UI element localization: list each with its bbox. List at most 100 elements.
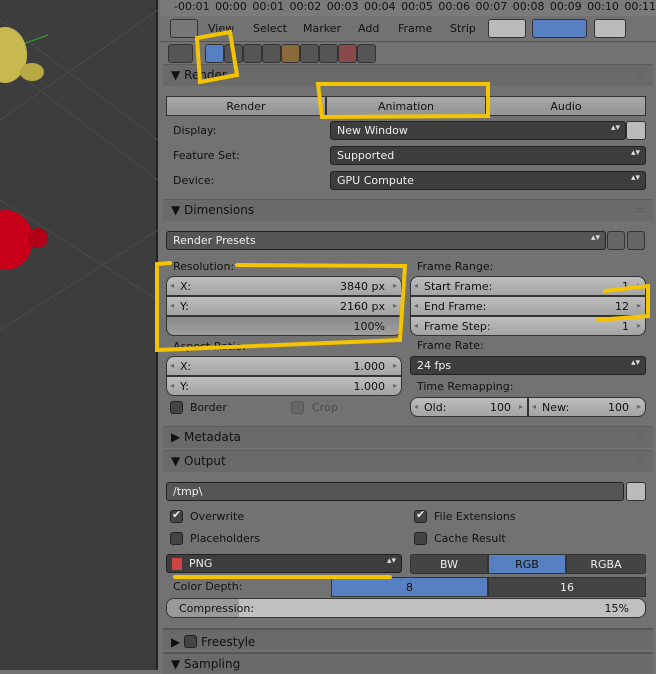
render-button-label: Render	[226, 100, 266, 113]
texture-tab-icon[interactable]	[338, 44, 357, 63]
audio-button-label: Audio	[550, 100, 582, 113]
dimensions-panel-header[interactable]: ▼ Dimensions::::	[163, 199, 653, 221]
end-frame-label: End Frame:	[424, 300, 487, 313]
3d-viewport[interactable]	[0, 0, 159, 670]
freestyle-title: Freestyle	[201, 635, 256, 649]
compression-value: 15%	[604, 602, 629, 615]
border-checkbox[interactable]	[170, 401, 183, 414]
properties-tabs	[160, 42, 656, 66]
resolution-x-field[interactable]: ◂ X: 3840 px ▸	[166, 276, 402, 296]
device-label: Device:	[173, 174, 215, 187]
timeline-ruler[interactable]: -00:01 00:00 00:01 00:02 00:03 00:04 00:…	[160, 0, 656, 16]
render-presets-dropdown[interactable]: Render Presets ▴▾	[166, 231, 606, 250]
overwrite-label: Overwrite	[190, 510, 245, 523]
scene-tab-icon[interactable]	[243, 44, 262, 63]
start-frame-value: 1	[622, 280, 629, 293]
remove-preset-icon[interactable]	[627, 231, 645, 250]
device-dropdown[interactable]: GPU Compute ▴▾	[330, 171, 646, 190]
resolution-percentage-slider[interactable]: 100%	[166, 316, 402, 336]
display-value: New Window	[337, 124, 408, 137]
particles-tab-icon[interactable]	[357, 44, 376, 63]
overwrite-checkbox[interactable]	[170, 508, 183, 523]
sampling-title: Sampling	[184, 657, 241, 671]
folder-icon[interactable]	[626, 482, 646, 501]
res-y-label: Y:	[180, 300, 189, 313]
menu-select[interactable]: Select	[253, 22, 287, 35]
aspect-ratio-label: Aspect Ratio:	[173, 340, 246, 353]
old-value: 100	[490, 401, 511, 414]
border-label: Border	[190, 401, 227, 414]
copy-paste-icon[interactable]	[594, 19, 626, 38]
updown-icon: ▴▾	[630, 173, 640, 183]
audio-button[interactable]: Audio	[486, 96, 646, 116]
render-tab-icon[interactable]	[205, 44, 224, 63]
constraints-tab-icon[interactable]	[300, 44, 319, 63]
bw-label: BW	[439, 558, 459, 571]
output-panel-header[interactable]: ▼ Output::::	[163, 450, 653, 472]
render-panel-header[interactable]: ▼ Render::::	[163, 64, 653, 86]
menu-marker[interactable]: Marker	[303, 22, 341, 35]
menu-strip[interactable]: Strip	[450, 22, 476, 35]
freestyle-panel-header[interactable]: ▶ Freestyle::::	[163, 628, 653, 650]
editor-type-icon[interactable]	[168, 44, 193, 63]
clock-lock-icon[interactable]	[488, 19, 526, 38]
remap-old-field[interactable]: ◂ Old: 100 ▸	[410, 397, 528, 417]
display-dropdown[interactable]: New Window ▴▾	[330, 121, 626, 140]
image-icon	[172, 558, 182, 570]
depth-8-button[interactable]: 8	[331, 577, 488, 597]
cache-result-checkbox[interactable]	[414, 532, 427, 545]
menu-add[interactable]: Add	[358, 22, 379, 35]
depth-16-button[interactable]: 16	[488, 577, 646, 597]
rgb-label: RGB	[515, 558, 539, 571]
updown-icon: ▴▾	[630, 148, 640, 158]
frame-rate-dropdown[interactable]: 24 fps ▴▾	[410, 356, 646, 375]
file-extensions-label: File Extensions	[434, 510, 516, 523]
output-path-value: /tmp\	[173, 485, 203, 498]
new-value: 100	[608, 401, 629, 414]
color-depth-label: Color Depth:	[173, 580, 243, 593]
world-tab-icon[interactable]	[262, 44, 281, 63]
asp-x-label: X:	[180, 360, 192, 373]
freestyle-checkbox[interactable]	[184, 635, 198, 648]
sampling-panel-header[interactable]: ▼ Sampling::::	[163, 652, 653, 674]
render-layers-tab-icon[interactable]	[224, 44, 243, 63]
compression-slider[interactable]: Compression: 15%	[166, 598, 646, 618]
animation-button-label: Animation	[377, 100, 435, 113]
remap-new-field[interactable]: ◂ New: 100 ▸	[528, 397, 646, 417]
placeholders-checkbox[interactable]	[170, 532, 183, 545]
aspect-y-field[interactable]: ◂ Y: 1.000 ▸	[166, 376, 402, 396]
add-preset-icon[interactable]	[607, 231, 625, 250]
color-rgba-button[interactable]: RGBA	[566, 554, 646, 574]
output-path-field[interactable]: /tmp\	[166, 482, 624, 501]
end-frame-value: 12	[615, 300, 629, 313]
metadata-title: Metadata	[184, 430, 241, 444]
metadata-panel-header[interactable]: ▶ Metadata::::	[163, 426, 653, 448]
feature-set-dropdown[interactable]: Supported ▴▾	[330, 146, 646, 165]
crop-label: Crop	[312, 401, 338, 414]
render-button[interactable]: Render	[166, 96, 326, 116]
menu-frame[interactable]: Frame	[398, 22, 432, 35]
animation-button[interactable]: Animation	[326, 96, 486, 116]
file-format-dropdown[interactable]: PNG ▴▾	[166, 554, 402, 573]
res-pct-value: 100%	[353, 320, 385, 333]
view-type-icon[interactable]	[532, 19, 587, 38]
res-y-value: 2160 px	[340, 300, 385, 313]
frame-step-label: Frame Step:	[424, 320, 491, 333]
aspect-x-field[interactable]: ◂ X: 1.000 ▸	[166, 356, 402, 376]
frame-step-field[interactable]: ◂ Frame Step: 1 ▸	[410, 316, 646, 336]
editor-type-icon[interactable]	[170, 19, 198, 38]
menu-view[interactable]: View	[208, 22, 234, 35]
lock-icon[interactable]	[626, 121, 646, 140]
object-tab-icon[interactable]	[281, 44, 300, 63]
crop-checkbox[interactable]	[291, 401, 304, 414]
resolution-y-field[interactable]: ◂ Y: 2160 px ▸	[166, 296, 402, 316]
frame-rate-label: Frame Rate:	[417, 339, 484, 352]
start-frame-field[interactable]: ◂ Start Frame: 1 ▸	[410, 276, 646, 296]
render-panel-title: Render	[184, 68, 227, 82]
end-frame-field[interactable]: ◂ End Frame: 12 ▸	[410, 296, 646, 316]
file-extensions-checkbox[interactable]	[414, 508, 427, 523]
color-rgb-button[interactable]: RGB	[488, 554, 566, 574]
dimensions-title: Dimensions	[184, 203, 255, 217]
modifiers-tab-icon[interactable]	[319, 44, 338, 63]
color-bw-button[interactable]: BW	[410, 554, 488, 574]
